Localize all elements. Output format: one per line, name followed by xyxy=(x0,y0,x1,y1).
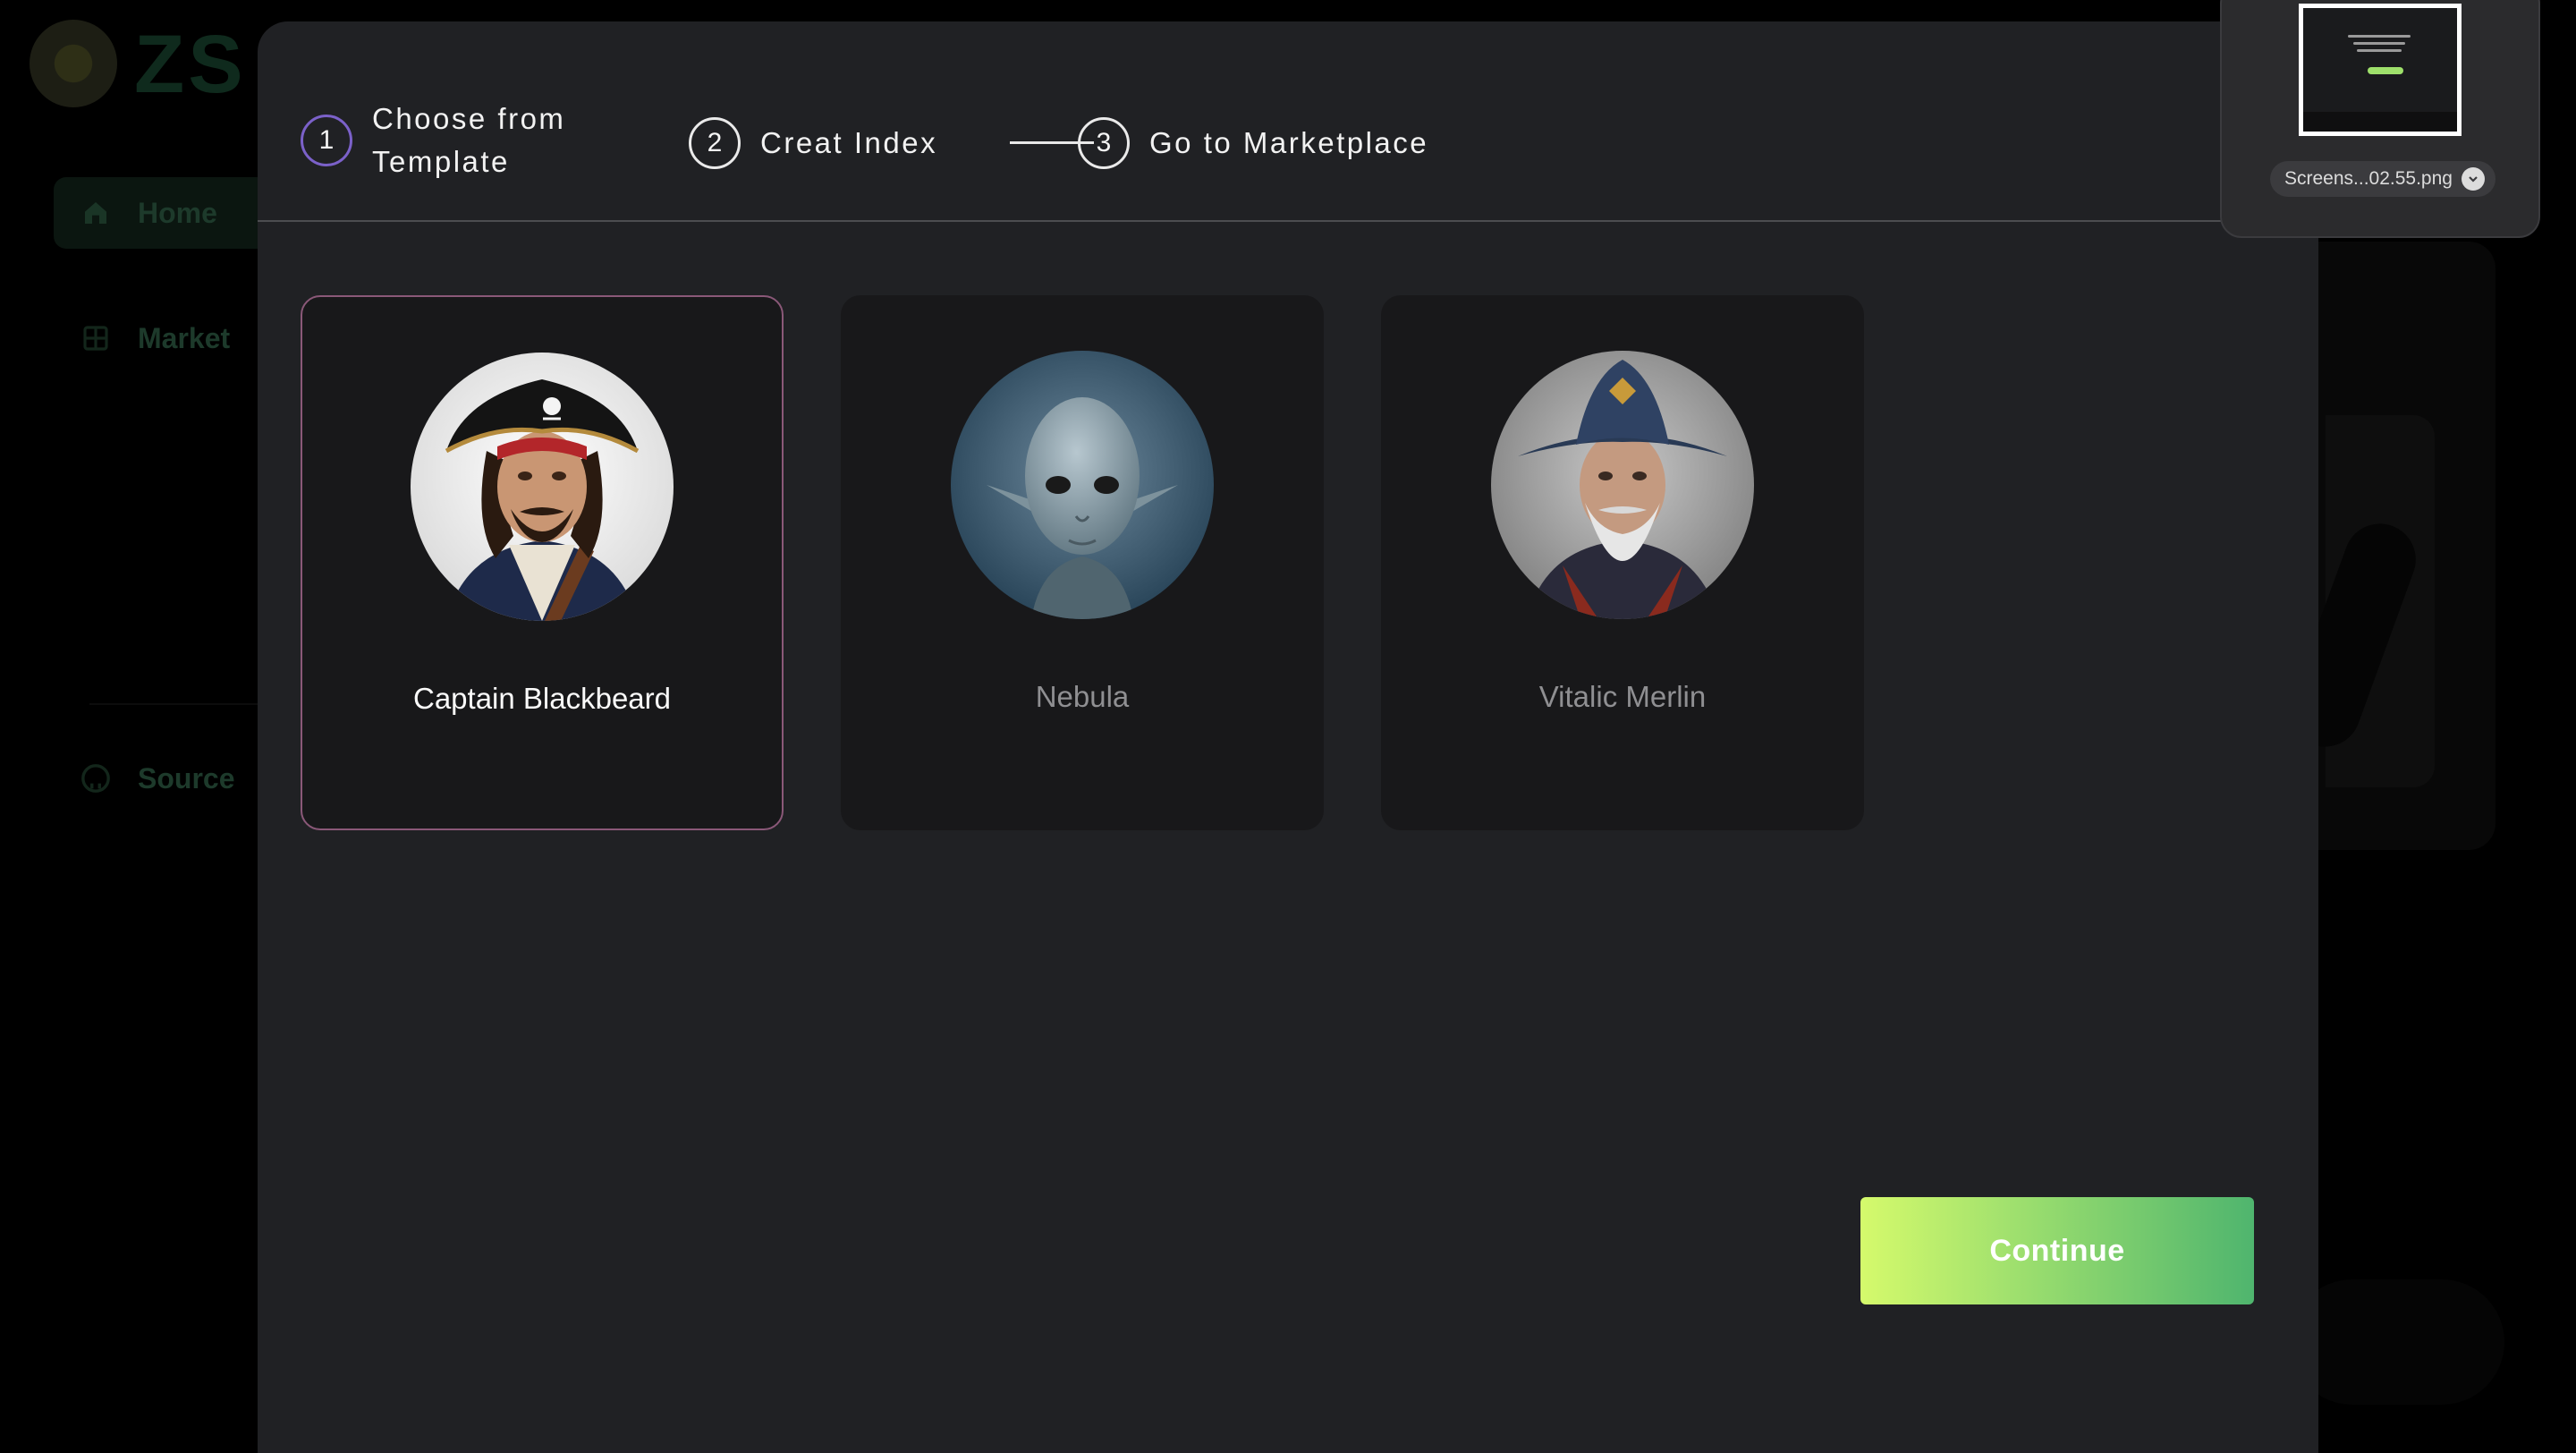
sidebar-item-label: Source xyxy=(138,761,235,794)
background-fab xyxy=(2290,1279,2504,1405)
step-number-badge: 3 xyxy=(1078,117,1130,169)
wizard-avatar xyxy=(1491,351,1754,619)
step-go-to-marketplace[interactable]: 3 Go to Marketplace xyxy=(1078,117,1428,169)
step-label: Choose from Template xyxy=(372,102,566,178)
step-choose-template[interactable]: 1 Choose from Template xyxy=(301,98,565,183)
app-logo-icon xyxy=(30,20,117,107)
template-card-vitalic-merlin[interactable]: Vitalic Merlin xyxy=(1381,295,1864,830)
app-logo-text: ZS xyxy=(134,19,247,110)
stepper: 1 Choose from Template 2 Creat Index 3 G… xyxy=(301,68,2268,211)
step-label: Creat Index xyxy=(760,126,938,159)
step-label: Go to Marketplace xyxy=(1149,126,1429,159)
continue-button[interactable]: Continue xyxy=(1860,1197,2254,1304)
step-number-badge: 2 xyxy=(689,117,741,169)
home-icon xyxy=(80,198,111,228)
alien-avatar xyxy=(951,351,1214,619)
sidebar-item-label: Home xyxy=(138,196,217,229)
template-modal: 1 Choose from Template 2 Creat Index 3 G… xyxy=(258,21,2318,1453)
screenshot-filename-pill[interactable]: Screens...02.55.png xyxy=(2270,161,2496,197)
step-number-badge: 1 xyxy=(301,115,352,166)
screenshot-filename: Screens...02.55.png xyxy=(2284,168,2453,189)
template-name: Nebula xyxy=(1035,680,1130,713)
grid-icon xyxy=(80,323,111,353)
template-name: Vitalic Merlin xyxy=(1538,680,1707,713)
template-card-nebula[interactable]: Nebula xyxy=(841,295,1324,830)
header-divider xyxy=(258,220,2318,222)
sidebar-item-label: Market xyxy=(138,321,231,354)
template-name: Captain Blackbeard xyxy=(412,682,671,715)
pirate-avatar xyxy=(411,353,674,621)
screenshot-thumbnail-preview[interactable] xyxy=(2299,4,2462,136)
github-icon xyxy=(80,763,111,794)
sidebar-divider xyxy=(89,703,259,705)
chevron-down-icon[interactable] xyxy=(2461,167,2485,191)
template-card-captain-blackbeard[interactable]: Captain Blackbeard xyxy=(301,295,784,830)
screenshot-thumbnail-panel[interactable]: Screens...02.55.png xyxy=(2220,0,2540,238)
step-create-index[interactable]: 2 Creat Index xyxy=(689,117,937,169)
